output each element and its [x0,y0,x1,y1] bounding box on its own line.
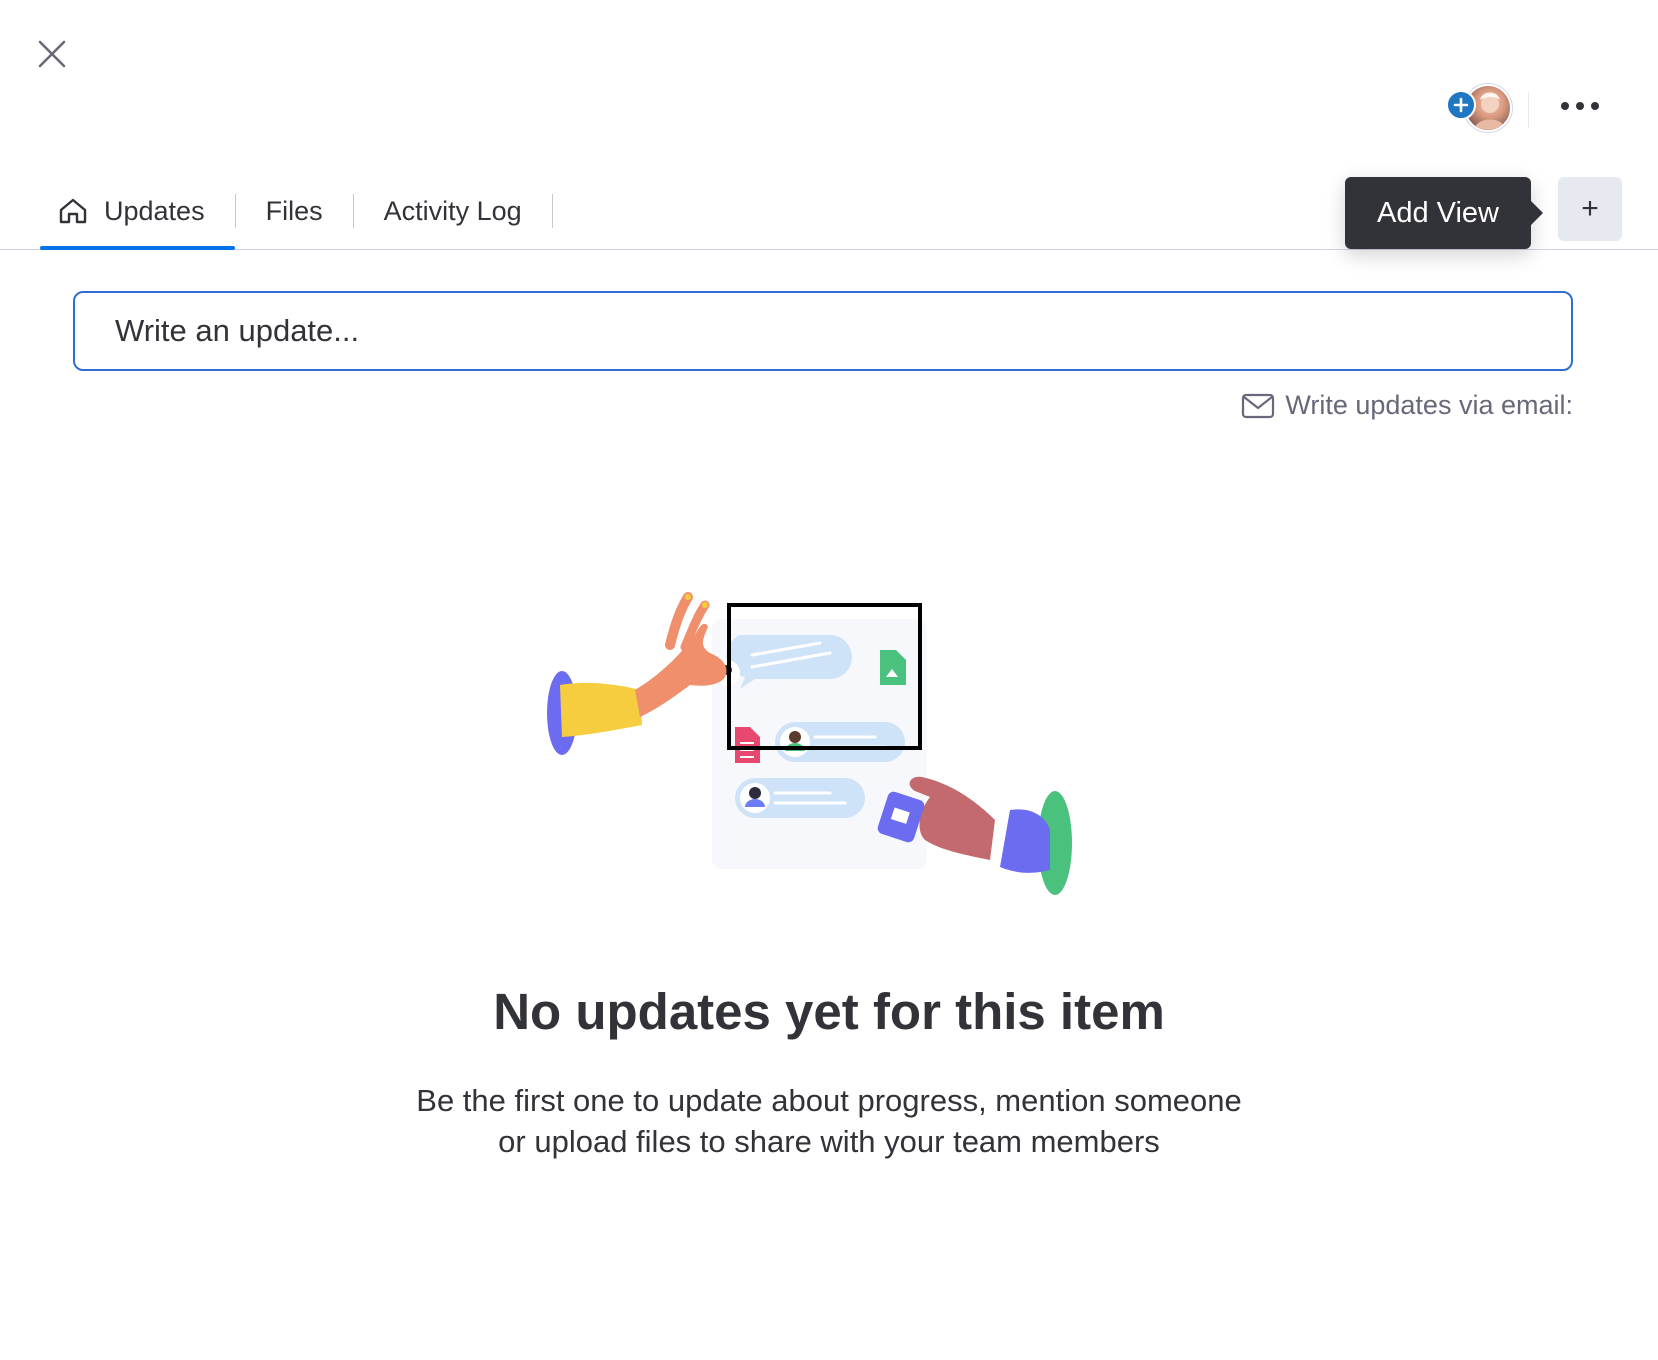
empty-state-title: No updates yet for this item [493,983,1165,1040]
add-subscriber-icon [1446,90,1476,120]
empty-state-illustration [547,592,1072,895]
close-icon [38,40,66,68]
empty-state-subtitle-line: Be the first one to update about progres… [416,1083,1242,1118]
more-options-button[interactable] [1548,84,1612,128]
email-updates-link[interactable]: Write updates via email: [1241,390,1573,421]
tab-activity-log[interactable]: Activity Log [354,172,552,250]
email-link-label: Write updates via email: [1285,390,1573,420]
subscribers-avatar[interactable] [1446,82,1512,132]
tab-updates[interactable]: Updates [40,172,235,250]
home-icon [58,197,88,225]
add-view-tooltip: Add View [1345,177,1543,249]
empty-state-subtitle: Be the first one to update about progres… [0,1080,1658,1162]
close-button[interactable] [32,34,72,74]
update-input[interactable] [73,291,1573,371]
add-view-button[interactable]: + [1558,177,1622,241]
header-divider [1528,92,1529,128]
tab-separator [551,194,553,228]
view-tabs: Updates Files Activity Log [40,172,553,250]
item-header-actions [1398,78,1658,134]
empty-state-subtitle-line: or upload files to share with your team … [498,1124,1160,1159]
tab-label: Files [265,195,323,226]
tab-files[interactable]: Files [236,172,353,250]
tab-label: Updates [104,195,205,226]
more-horizontal-icon [1561,102,1599,110]
mail-icon [1241,393,1275,419]
tab-label: Activity Log [383,195,522,226]
